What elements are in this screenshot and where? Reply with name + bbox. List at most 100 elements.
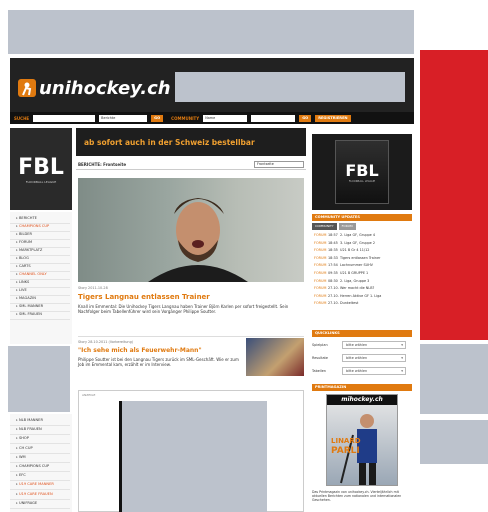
ad-slot[interactable] <box>119 401 267 512</box>
update-text: 2. Liga, Gruppe 3 <box>340 278 370 283</box>
sidebar-item[interactable]: UNIFRAGE <box>16 501 37 505</box>
sidebar-item[interactable]: U19 CARE MANNER <box>16 482 54 486</box>
sidebar-item[interactable]: WM <box>16 455 26 459</box>
sidebar-item[interactable]: CH CUP <box>16 446 33 450</box>
sidebar-item[interactable]: SML FRAUEN <box>16 312 42 316</box>
sidebar-item[interactable]: MAGAZIN <box>16 296 36 300</box>
quicklink-row: Tabellen bitte wählen <box>312 365 412 377</box>
sidebar-item[interactable]: EFC <box>16 473 26 477</box>
search-select[interactable]: Berichte <box>99 114 148 122</box>
update-time: 17:54 <box>328 263 338 268</box>
register-button[interactable]: REGISTRIEREN <box>315 114 351 122</box>
story2-meta: Story 28.10.2011 (Vorbereitung) <box>78 340 134 344</box>
update-time: 18:33 <box>328 255 338 260</box>
community-update-row[interactable]: FORUM 18:57 2. Liga GF, Gruppe 4 <box>314 233 412 240</box>
community-update-row[interactable]: FORUM 27.10. Dunkeltest <box>314 301 412 308</box>
quicklink-label: Tabellen <box>312 369 326 373</box>
magazin-head: PRINTMAGAZIN <box>312 384 412 391</box>
story1-meta: Story 2011-10-28 <box>78 286 108 290</box>
sidebar-item[interactable]: NLB FRAUEN <box>16 427 42 431</box>
update-type: FORUM <box>314 248 327 253</box>
update-time: 27.10. <box>328 301 339 306</box>
sidebar-item[interactable]: FORUM <box>16 240 32 244</box>
sidebar-item[interactable]: SML MANNER <box>16 304 43 308</box>
sidebar-item[interactable]: CHAMPIONS CUP <box>16 224 49 228</box>
sidebar-item[interactable]: MARKTPLATZ <box>16 248 42 252</box>
tab-community[interactable]: COMMUNITY <box>312 223 337 230</box>
quicklink-select[interactable]: bitte wählen <box>342 354 406 362</box>
logo-mark-icon <box>18 79 36 97</box>
sidebar-divider <box>10 471 70 472</box>
search-bar: SUCHE Berichte GO COMMUNITY Name GO REGI… <box>10 112 414 124</box>
community-update-row[interactable]: FORUM 27.10. Herren Aktive GF 1. Liga <box>314 294 412 301</box>
skyscraper-ad[interactable] <box>420 50 488 340</box>
story2-photo[interactable] <box>246 338 304 376</box>
berichte-label: BERICHTE: Frontseite <box>78 162 127 167</box>
right-placeholder-2 <box>420 420 488 464</box>
magazin-title: mihockey.ch <box>327 395 397 405</box>
sidebar-item[interactable]: SHOP <box>16 436 29 440</box>
sidebar-item[interactable]: NLB MANNER <box>16 418 43 422</box>
magazin-name1: LINARD <box>331 437 361 445</box>
update-time: 27.10. <box>328 293 339 298</box>
update-text: U21 B Gr 4 11/12 <box>340 248 370 253</box>
community-update-row[interactable]: FORUM 17:54 Lachnummer SUHV <box>314 263 412 270</box>
community-update-row[interactable]: FORUM 09:35 U21 B GRUPPE 1 <box>314 271 412 278</box>
quicklink-select[interactable]: bitte wählen <box>342 367 406 375</box>
update-type: FORUM <box>314 240 327 245</box>
promo-banner[interactable]: ab sofort auch in der Schweiz bestellbar <box>76 128 306 156</box>
sidebar-item[interactable]: CHANNEL ONLY <box>16 272 47 276</box>
dvd-fbl-text: FBL <box>345 161 379 180</box>
quicklink-row: Resultate bitte wählen <box>312 352 412 364</box>
berichte-header: BERICHTE: Frontseite Frontseite <box>76 160 306 170</box>
search-input[interactable] <box>33 114 96 122</box>
sidebar-item[interactable]: U19 CARE FRAUEN <box>16 492 53 496</box>
community-tabs: COMMUNITY FORUM <box>312 223 412 230</box>
sidebar-item[interactable]: CHAMPIONS CUP <box>16 464 49 468</box>
logo[interactable]: unihockey.ch <box>18 76 171 100</box>
update-time: 18:45 <box>328 240 338 245</box>
sidebar-item[interactable]: BERICHTE <box>16 216 37 220</box>
story1-title[interactable]: Tigers Langnau entlassen Trainer <box>78 293 210 301</box>
magazin-cover[interactable]: mihockey.ch LINARD PARLI <box>326 394 398 486</box>
search-label: SUCHE <box>14 115 30 121</box>
fbl-logo-left[interactable]: FBL FLOORBALL LEAGUE <box>10 128 72 210</box>
update-text: Dunkeltest <box>340 301 359 306</box>
update-type: FORUM <box>314 263 327 268</box>
login-go-button[interactable]: GO <box>299 114 312 122</box>
fbl-dvd-promo[interactable]: FBL FLOORBALL LEAGUE <box>312 134 412 210</box>
dvd-fbl-sub: FLOORBALL LEAGUE <box>348 180 376 183</box>
sidebar-item[interactable]: CARTS <box>16 264 31 268</box>
quicklinks-head: QUICKLINKS <box>312 330 412 337</box>
sidebar-item[interactable]: BILDER <box>16 232 32 236</box>
tab-forum[interactable]: FORUM <box>338 223 356 230</box>
sidebar-item[interactable]: BLOG <box>16 256 29 260</box>
left-placeholder <box>8 346 70 412</box>
community-update-row[interactable]: FORUM 18:33 Tigers entlassen Trainer <box>314 256 412 263</box>
update-type: FORUM <box>314 271 327 275</box>
frontseite-select[interactable]: Frontseite <box>254 161 304 168</box>
community-update-row[interactable]: FORUM 18:45 3. Liga GF, Gruppe 2 <box>314 241 412 248</box>
quicklink-select[interactable]: bitte wählen <box>342 341 406 349</box>
quicklink-label: Spielplan <box>312 343 328 347</box>
story2-title[interactable]: "Ich sehe mich als Feuerwehr-Mann" <box>78 347 242 354</box>
sidebar-divider <box>10 498 70 500</box>
quicklink-row: Spielplan bitte wählen <box>312 339 412 351</box>
sidebar-item[interactable]: LIVE <box>16 288 27 292</box>
story1-text: Knall im Emmental: Die Unihockey Tigers … <box>78 304 289 315</box>
community-update-row[interactable]: FORUM 18:35 U21 B Gr 4 11/12 <box>314 248 412 255</box>
update-type: FORUM <box>314 301 327 306</box>
name-field[interactable]: Name <box>203 114 248 122</box>
sidebar-item[interactable]: LINKS <box>16 280 29 284</box>
password-field[interactable] <box>251 114 296 122</box>
search-go-button[interactable]: GO <box>151 114 164 122</box>
story1-photo[interactable] <box>78 178 304 282</box>
sidebar-divider <box>10 434 70 436</box>
community-update-row[interactable]: FORUM 27.10. Wer macht die NLB? <box>314 286 412 293</box>
community-update-row[interactable]: FORUM 08:30 2. Liga, Gruppe 3 <box>314 279 412 286</box>
update-text: U21 B GRUPPE 1 <box>340 271 369 275</box>
sidebar-divider <box>10 461 70 463</box>
update-text: Herren Aktive GF 1. Liga <box>340 293 382 298</box>
sidebar-divider <box>10 425 70 426</box>
header-ad-placeholder <box>175 72 405 102</box>
